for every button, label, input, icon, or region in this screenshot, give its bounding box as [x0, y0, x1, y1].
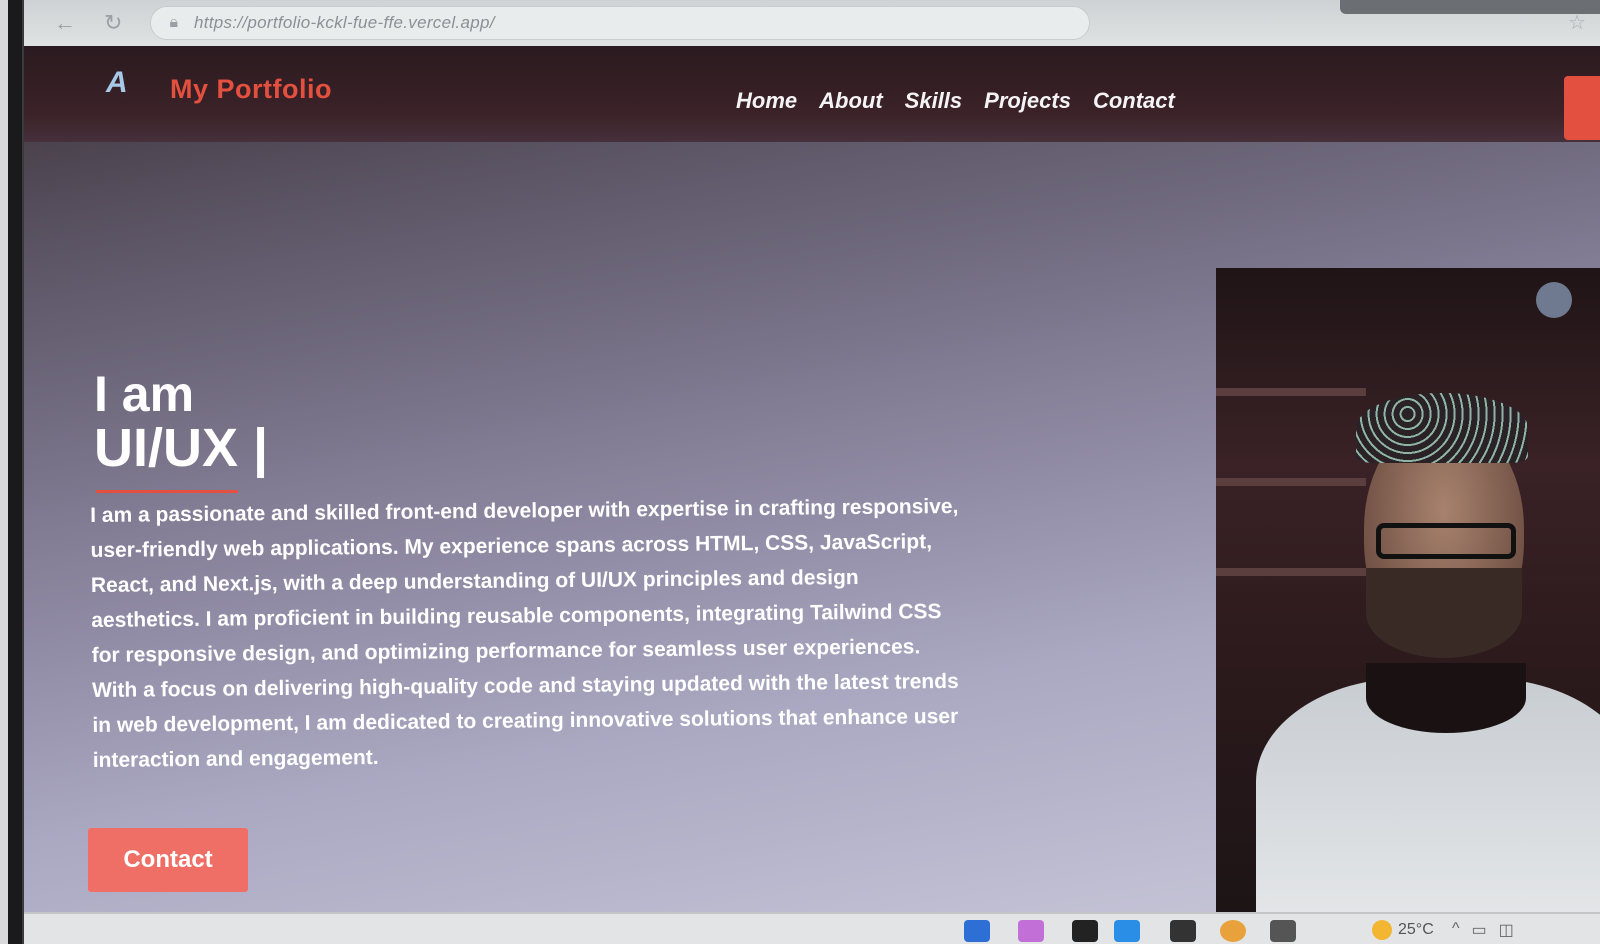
browser-toolbar: ← ↻ 🔒︎ https://portfolio-kckl-fue-ffe.ve… [24, 0, 1600, 46]
sun-icon [1372, 920, 1392, 940]
temperature-text: 25°C [1398, 921, 1434, 938]
network-icon[interactable]: ◫ [1499, 920, 1514, 940]
address-bar[interactable]: 🔒︎ https://portfolio-kckl-fue-ffe.vercel… [150, 6, 1091, 40]
background-shelf [1216, 568, 1366, 576]
hero-description: I am a passionate and skilled front-end … [90, 494, 959, 772]
vscode-icon[interactable] [1114, 920, 1140, 942]
photo-beard [1366, 568, 1522, 658]
taskbar-app-icon[interactable] [1018, 920, 1044, 942]
nav-link-skills[interactable]: Skills [905, 88, 962, 114]
taskbar-app-icon[interactable] [964, 920, 990, 942]
arrow-left-icon[interactable]: ← [54, 10, 76, 36]
nav-link-contact[interactable]: Contact [1093, 88, 1175, 114]
lock-icon[interactable]: 🔒︎ [169, 14, 178, 32]
photo-collar [1366, 663, 1526, 733]
os-taskbar: 25°C ^ ▭ ◫ [24, 912, 1600, 944]
nav-links: Home About Skills Projects Contact [736, 88, 1175, 114]
chrome-icon[interactable] [1220, 920, 1246, 942]
battery-icon[interactable]: ▭ [1472, 920, 1487, 940]
site-logo-text[interactable]: My Portfolio [170, 74, 332, 105]
site-navbar: A My Portfolio Home About Skills Project… [24, 46, 1600, 142]
nav-cta-button[interactable] [1564, 76, 1600, 140]
background-shelf [1216, 388, 1366, 396]
weather-widget[interactable]: 25°C [1372, 920, 1434, 940]
taskbar-app-icon[interactable] [1170, 920, 1196, 942]
photo-corner-dot [1536, 282, 1572, 318]
taskbar-app-icon[interactable] [1072, 920, 1098, 942]
profile-photo [1216, 268, 1600, 912]
hero-typed-role: UI/UX | [94, 418, 269, 478]
terminal-icon[interactable] [1270, 920, 1296, 942]
background-shelf [1216, 478, 1366, 486]
nav-link-projects[interactable]: Projects [984, 88, 1071, 114]
hero-underline [96, 490, 238, 493]
nav-link-about[interactable]: About [819, 88, 883, 114]
bookmark-star-icon[interactable]: ☆ [1568, 10, 1586, 35]
browser-tab-strip [1340, 0, 1600, 14]
address-url[interactable]: https://portfolio-kckl-fue-ffe.vercel.ap… [194, 13, 495, 33]
logo-icon[interactable]: A [106, 66, 136, 100]
reload-icon[interactable]: ↻ [104, 10, 122, 36]
monitor-bezel [0, 0, 24, 944]
contact-button[interactable]: Contact [88, 828, 248, 892]
photo-glasses [1376, 523, 1516, 559]
system-tray: ^ ▭ ◫ [1452, 920, 1514, 940]
chevron-up-icon[interactable]: ^ [1452, 920, 1460, 940]
nav-link-home[interactable]: Home [736, 88, 797, 114]
photo-cap [1356, 393, 1528, 463]
portfolio-page: A My Portfolio Home About Skills Project… [24, 46, 1600, 912]
hero-intro: I am [94, 366, 195, 422]
